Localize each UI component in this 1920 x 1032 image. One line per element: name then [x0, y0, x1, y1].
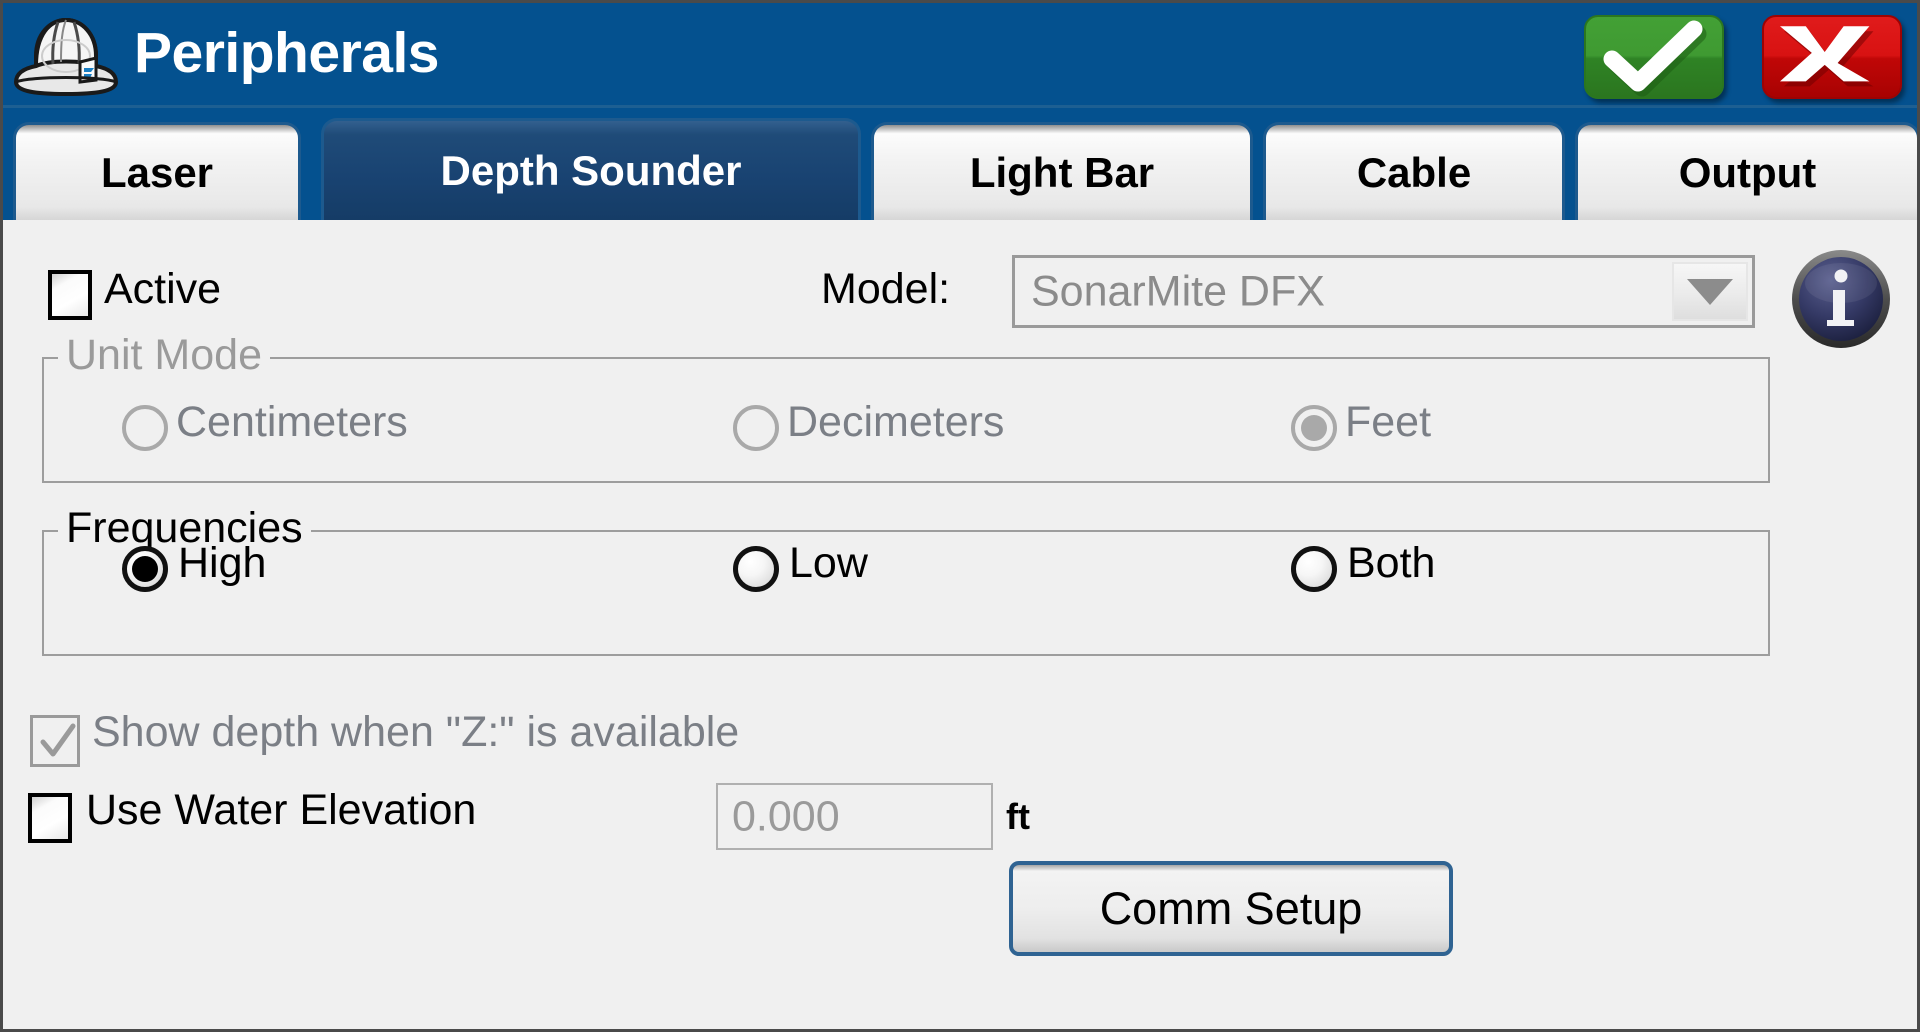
- use-water-elevation-label: Use Water Elevation: [86, 786, 477, 834]
- active-label: Active: [104, 265, 222, 313]
- show-depth-label: Show depth when "Z:" is available: [92, 708, 740, 756]
- tab-label: Laser: [100, 148, 214, 196]
- frequency-label-both: Both: [1347, 539, 1436, 587]
- water-elevation-input[interactable]: 0.000: [716, 783, 993, 850]
- radio-dot: [132, 556, 158, 582]
- frequency-radio-low[interactable]: [733, 546, 779, 592]
- water-elevation-value: 0.000: [732, 792, 840, 840]
- tab-output[interactable]: Output: [1575, 122, 1917, 220]
- tab-cable[interactable]: Cable: [1263, 122, 1565, 220]
- ok-button[interactable]: [1584, 15, 1724, 99]
- frequency-label-high: High: [178, 539, 267, 587]
- title-bar-inner: Peripherals: [6, 6, 1917, 105]
- unit-mode-radio-feet[interactable]: [1291, 405, 1337, 451]
- model-combobox[interactable]: SonarMite DFX: [1012, 255, 1755, 328]
- active-checkbox[interactable]: [48, 270, 92, 320]
- window-title: Peripherals: [134, 21, 440, 85]
- unit-mode-radio-centimeters[interactable]: [122, 405, 168, 451]
- unit-mode-radio-decimeters[interactable]: [733, 405, 779, 451]
- tab-label: Output: [1678, 148, 1817, 196]
- x-mark-icon: [1780, 26, 1874, 87]
- unit-mode-label-centimeters: Centimeters: [176, 398, 408, 446]
- tab-label: Light Bar: [969, 148, 1155, 196]
- checkmark-icon: [40, 723, 76, 757]
- model-dropdown-button[interactable]: [1672, 262, 1748, 321]
- unit-mode-title: Unit Mode: [58, 331, 270, 380]
- tab-strip: Laser Depth Sounder Light Bar Cable Outp…: [3, 108, 1917, 220]
- checkmark-icon: [1603, 20, 1707, 97]
- use-water-elevation-checkbox[interactable]: [28, 793, 72, 843]
- model-label: Model:: [821, 265, 951, 313]
- frequency-radio-high[interactable]: [122, 546, 168, 592]
- tab-laser[interactable]: Laser: [13, 122, 301, 220]
- model-value: SonarMite DFX: [1031, 267, 1325, 315]
- tab-depth-sounder[interactable]: Depth Sounder: [321, 118, 861, 220]
- info-icon[interactable]: [1790, 248, 1892, 350]
- tab-light-bar[interactable]: Light Bar: [871, 122, 1253, 220]
- water-elevation-units: ft: [1006, 796, 1030, 837]
- depth-sounder-panel: Active Model: SonarMite DFX Unit Mode Ce…: [6, 220, 1917, 1026]
- radio-dot: [1301, 415, 1327, 441]
- hard-hat-icon: [10, 12, 122, 100]
- frequency-label-low: Low: [789, 539, 868, 587]
- tab-label: Depth Sounder: [440, 146, 742, 194]
- comm-setup-label: Comm Setup: [1099, 882, 1363, 934]
- peripherals-dialog: Peripherals Laser Depth Sounder Light Ba…: [0, 0, 1920, 1032]
- unit-mode-label-feet: Feet: [1345, 398, 1432, 446]
- frequency-radio-both[interactable]: [1291, 546, 1337, 592]
- frequencies-group: Frequencies: [42, 504, 1770, 656]
- chevron-down-icon: [1687, 278, 1733, 305]
- comm-setup-button[interactable]: Comm Setup: [1009, 861, 1453, 956]
- unit-mode-label-decimeters: Decimeters: [787, 398, 1005, 446]
- show-depth-checkbox[interactable]: [30, 715, 80, 767]
- cancel-button[interactable]: [1762, 15, 1902, 99]
- title-bar: Peripherals: [3, 3, 1917, 108]
- tab-label: Cable: [1356, 148, 1472, 196]
